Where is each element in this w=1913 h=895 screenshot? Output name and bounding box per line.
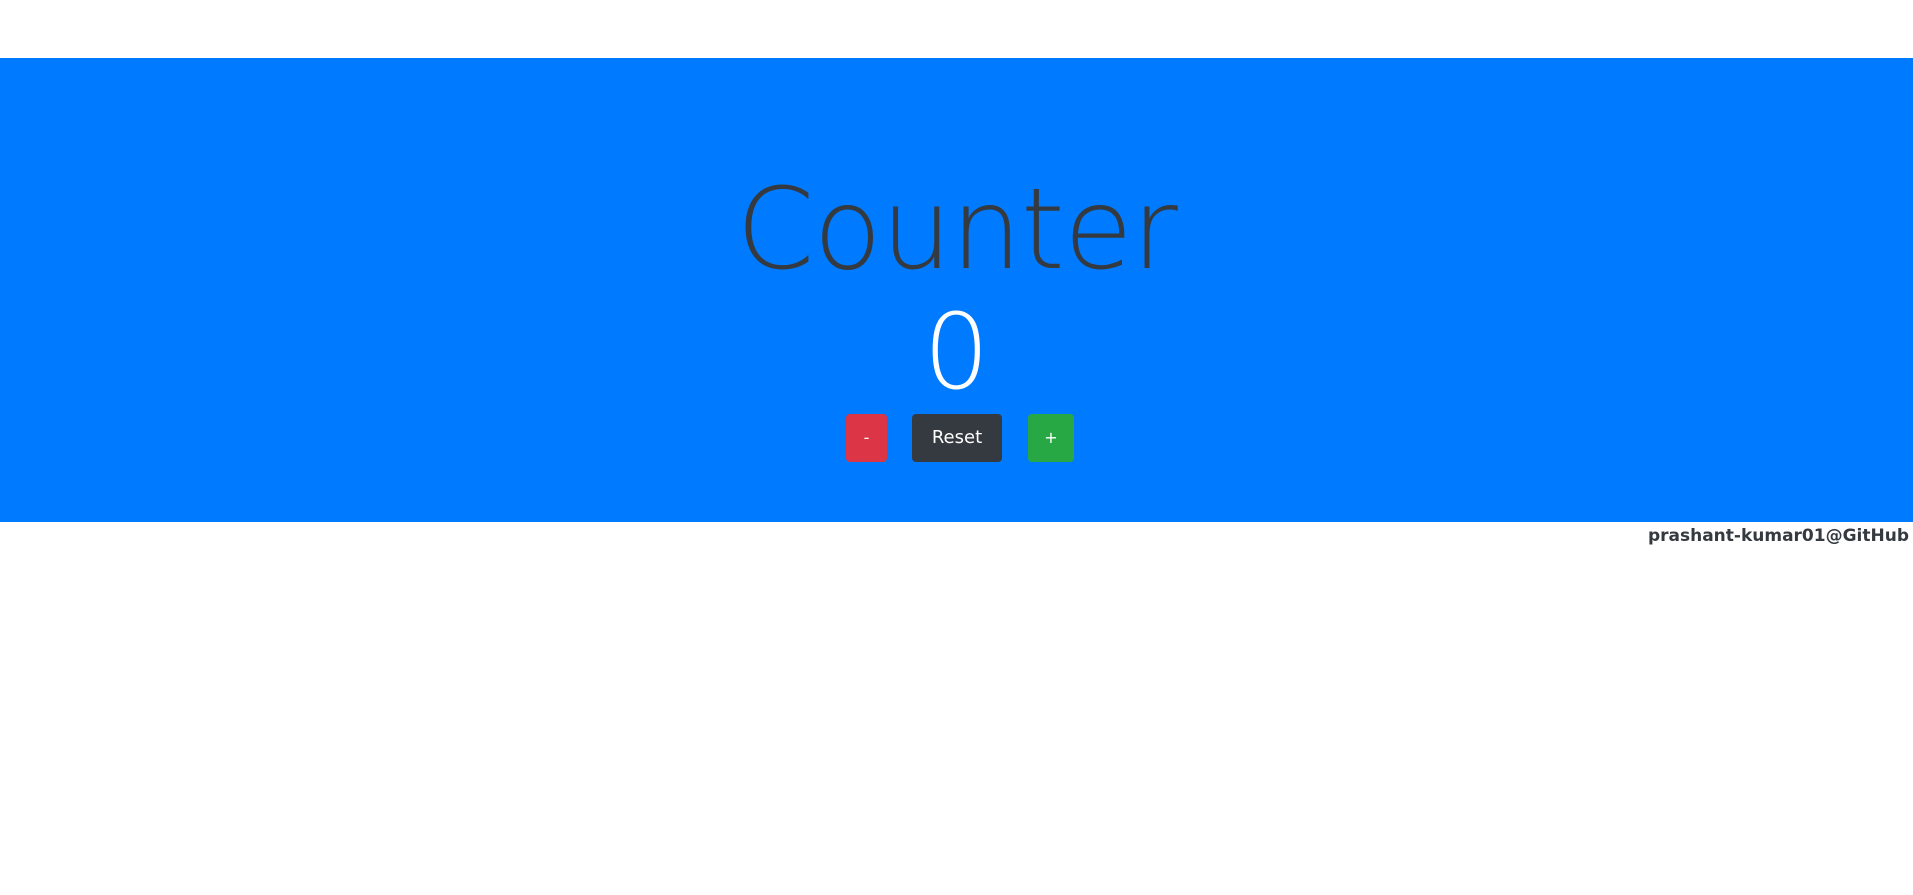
counter-value: 0 bbox=[923, 291, 990, 413]
increment-button[interactable]: + bbox=[1028, 414, 1074, 462]
page: Counter 0 - Reset + prashant-kumar01@Git… bbox=[0, 0, 1913, 895]
author-credit: prashant-kumar01@GitHub bbox=[1647, 526, 1909, 546]
page-title: Counter bbox=[736, 165, 1178, 295]
counter-banner: Counter 0 - Reset + bbox=[0, 58, 1913, 522]
decrement-button[interactable]: - bbox=[846, 414, 887, 462]
reset-button[interactable]: Reset bbox=[912, 414, 1002, 462]
